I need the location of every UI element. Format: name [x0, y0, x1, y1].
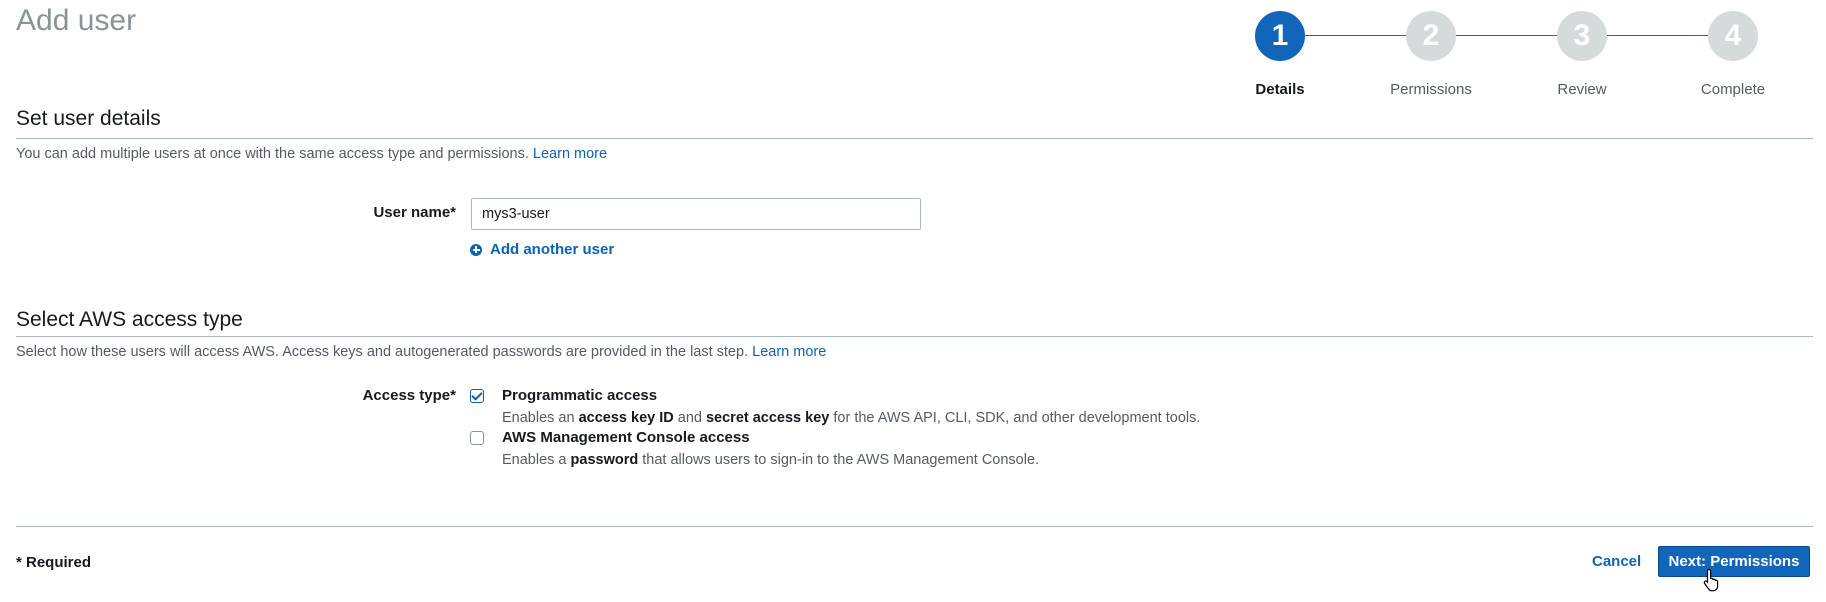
section-title-user-details: Set user details — [16, 107, 161, 130]
section-divider — [16, 138, 1813, 139]
access-type-label: Access type* — [362, 387, 456, 404]
section-title-access-type: Select AWS access type — [16, 308, 243, 331]
option-description: Enables an access key ID and secret acce… — [502, 410, 1201, 426]
option-description: Enables a password that allows users to … — [502, 452, 1040, 468]
learn-more-link[interactable]: Learn more — [752, 344, 826, 360]
learn-more-link[interactable]: Learn more — [533, 146, 607, 162]
add-another-user-label: Add another user — [490, 241, 615, 258]
console-access-checkbox[interactable] — [470, 431, 484, 445]
option-title: Programmatic access — [502, 387, 658, 404]
add-another-user-link[interactable]: Add another user — [470, 241, 614, 258]
user-name-input[interactable] — [471, 198, 921, 230]
user-name-label: User name* — [373, 204, 456, 221]
description-text: You can add multiple users at once with … — [16, 146, 529, 162]
step-details: 1 Details — [1215, 11, 1345, 98]
programmatic-access-checkbox[interactable] — [470, 389, 484, 403]
option-console-access: AWS Management Console access Enables a … — [470, 429, 1039, 468]
cancel-button[interactable]: Cancel — [1592, 553, 1641, 570]
step-label: Details — [1255, 81, 1305, 98]
page-title: Add user — [16, 4, 137, 37]
step-complete: 4 Complete — [1668, 11, 1798, 98]
step-label: Review — [1557, 81, 1607, 98]
step-number: 3 — [1557, 11, 1607, 61]
step-label: Complete — [1700, 81, 1766, 98]
section-divider — [16, 336, 1813, 337]
option-title: AWS Management Console access — [502, 429, 750, 446]
step-permissions: 2 Permissions — [1366, 11, 1496, 98]
step-number: 4 — [1708, 11, 1758, 61]
footer-divider — [16, 526, 1813, 527]
step-number: 1 — [1255, 11, 1305, 61]
plus-circle-icon — [470, 243, 482, 256]
add-user-page: Add user 1 Details 2 Permissions 3 Revie… — [0, 0, 1826, 602]
step-label: Permissions — [1390, 81, 1472, 98]
step-number: 2 — [1406, 11, 1456, 61]
step-review: 3 Review — [1517, 11, 1647, 98]
hand-cursor-icon — [1703, 568, 1719, 592]
user-details-description: You can add multiple users at once with … — [16, 146, 607, 162]
required-note: * Required — [16, 554, 92, 571]
description-text: Select how these users will access AWS. … — [16, 344, 749, 360]
option-programmatic-access: Programmatic access Enables an access ke… — [470, 387, 1200, 426]
access-type-description: Select how these users will access AWS. … — [16, 344, 826, 360]
next-permissions-button[interactable]: Next: Permissions — [1658, 546, 1810, 577]
